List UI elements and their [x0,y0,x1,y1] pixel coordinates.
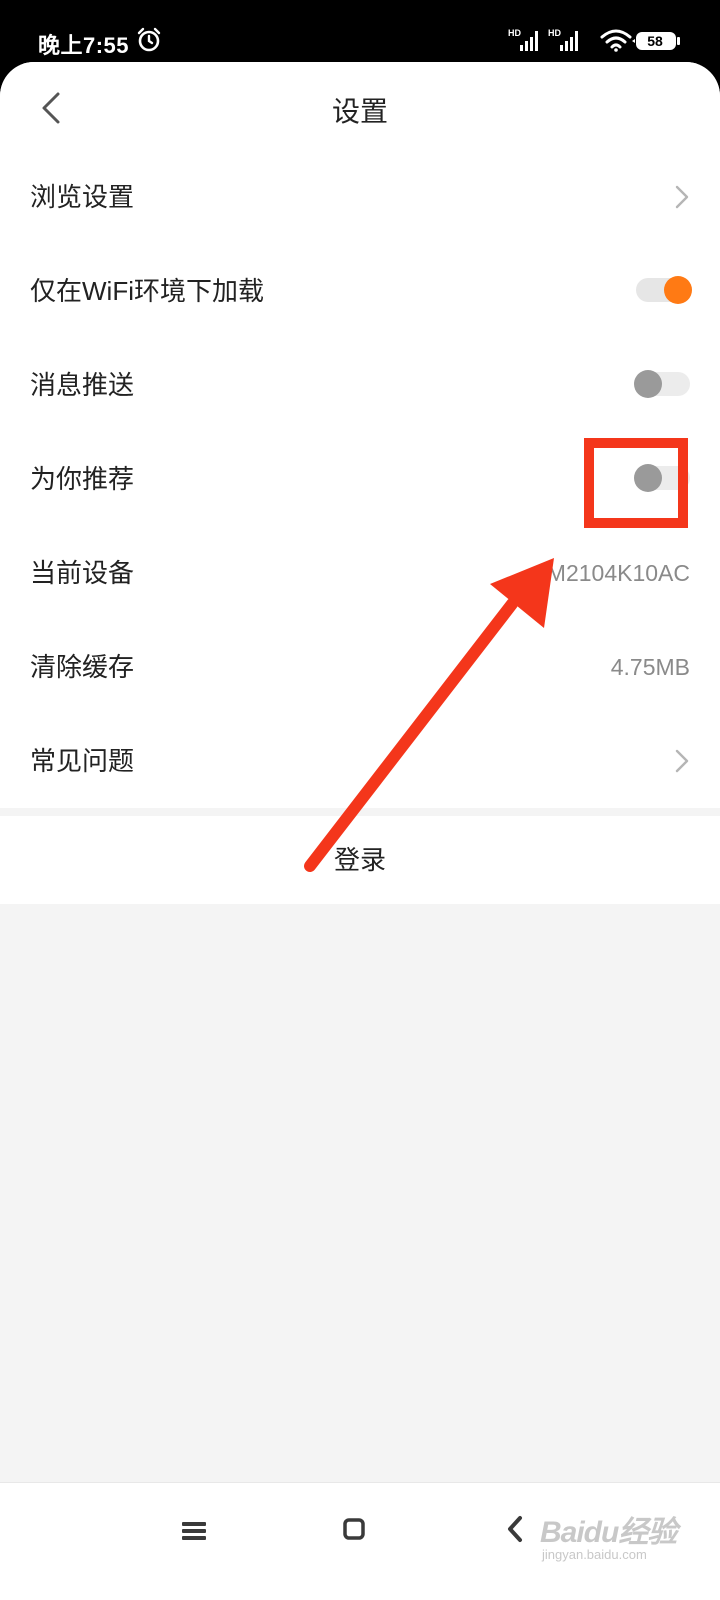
signal-2-label: HD [548,28,561,38]
cache-size-value: 4.75MB [610,654,690,680]
battery-level: 58 [647,33,663,49]
chevron-right-icon [675,185,689,209]
signal-icon-2: HD [548,28,578,51]
toggle-knob [664,276,692,304]
home-icon[interactable] [342,1517,366,1541]
chevron-right-icon [675,749,689,773]
login-button[interactable]: 登录 [0,816,720,904]
setting-wifi-only: 仅在WiFi环境下加载 [0,244,720,338]
signal-icon-1: HD [508,28,538,51]
status-bar: 晚上7:55 HD HD 58 [0,0,720,64]
wifi-icon [600,29,632,52]
setting-label: 消息推送 [30,370,135,400]
setting-current-device: 当前设备 M2104K10AC [0,526,720,620]
setting-label: 常见问题 [30,746,135,776]
wifi-only-toggle[interactable] [636,276,692,304]
login-section: 登录 [0,816,720,904]
toggle-knob [634,370,662,398]
setting-label: 当前设备 [30,558,135,588]
setting-label: 浏览设置 [30,182,135,212]
setting-push-notification: 消息推送 [0,338,720,432]
baidu-watermark: Baidu经验 jingyan.baidu.com [540,1503,710,1563]
setting-clear-cache[interactable]: 清除缓存 4.75MB [0,620,720,714]
watermark-url: jingyan.baidu.com [542,1547,647,1562]
navigation-bar: Baidu经验 jingyan.baidu.com [0,1482,720,1600]
annotation-highlight-box [584,438,688,528]
page-title: 设置 [331,96,388,127]
push-notification-toggle[interactable] [634,370,690,398]
signal-1-label: HD [508,28,521,38]
header: 设置 [0,62,720,152]
setting-faq[interactable]: 常见问题 [0,714,720,808]
alarm-icon [137,27,161,52]
nav-back-icon[interactable] [506,1515,524,1543]
device-model-value: M2104K10AC [546,560,690,586]
settings-screen: 设置 浏览设置 仅在WiFi环境下加载 消息推送 为你推荐 当前设备 M2104… [0,62,720,1600]
setting-label: 清除缓存 [30,652,135,682]
setting-label: 仅在WiFi环境下加载 [30,276,264,306]
menu-icon[interactable] [182,1521,206,1541]
status-time: 晚上7:55 [38,33,130,58]
setting-browse[interactable]: 浏览设置 [0,150,720,244]
setting-label: 为你推荐 [30,464,135,494]
watermark-logo: Baidu经验 [540,1516,677,1549]
